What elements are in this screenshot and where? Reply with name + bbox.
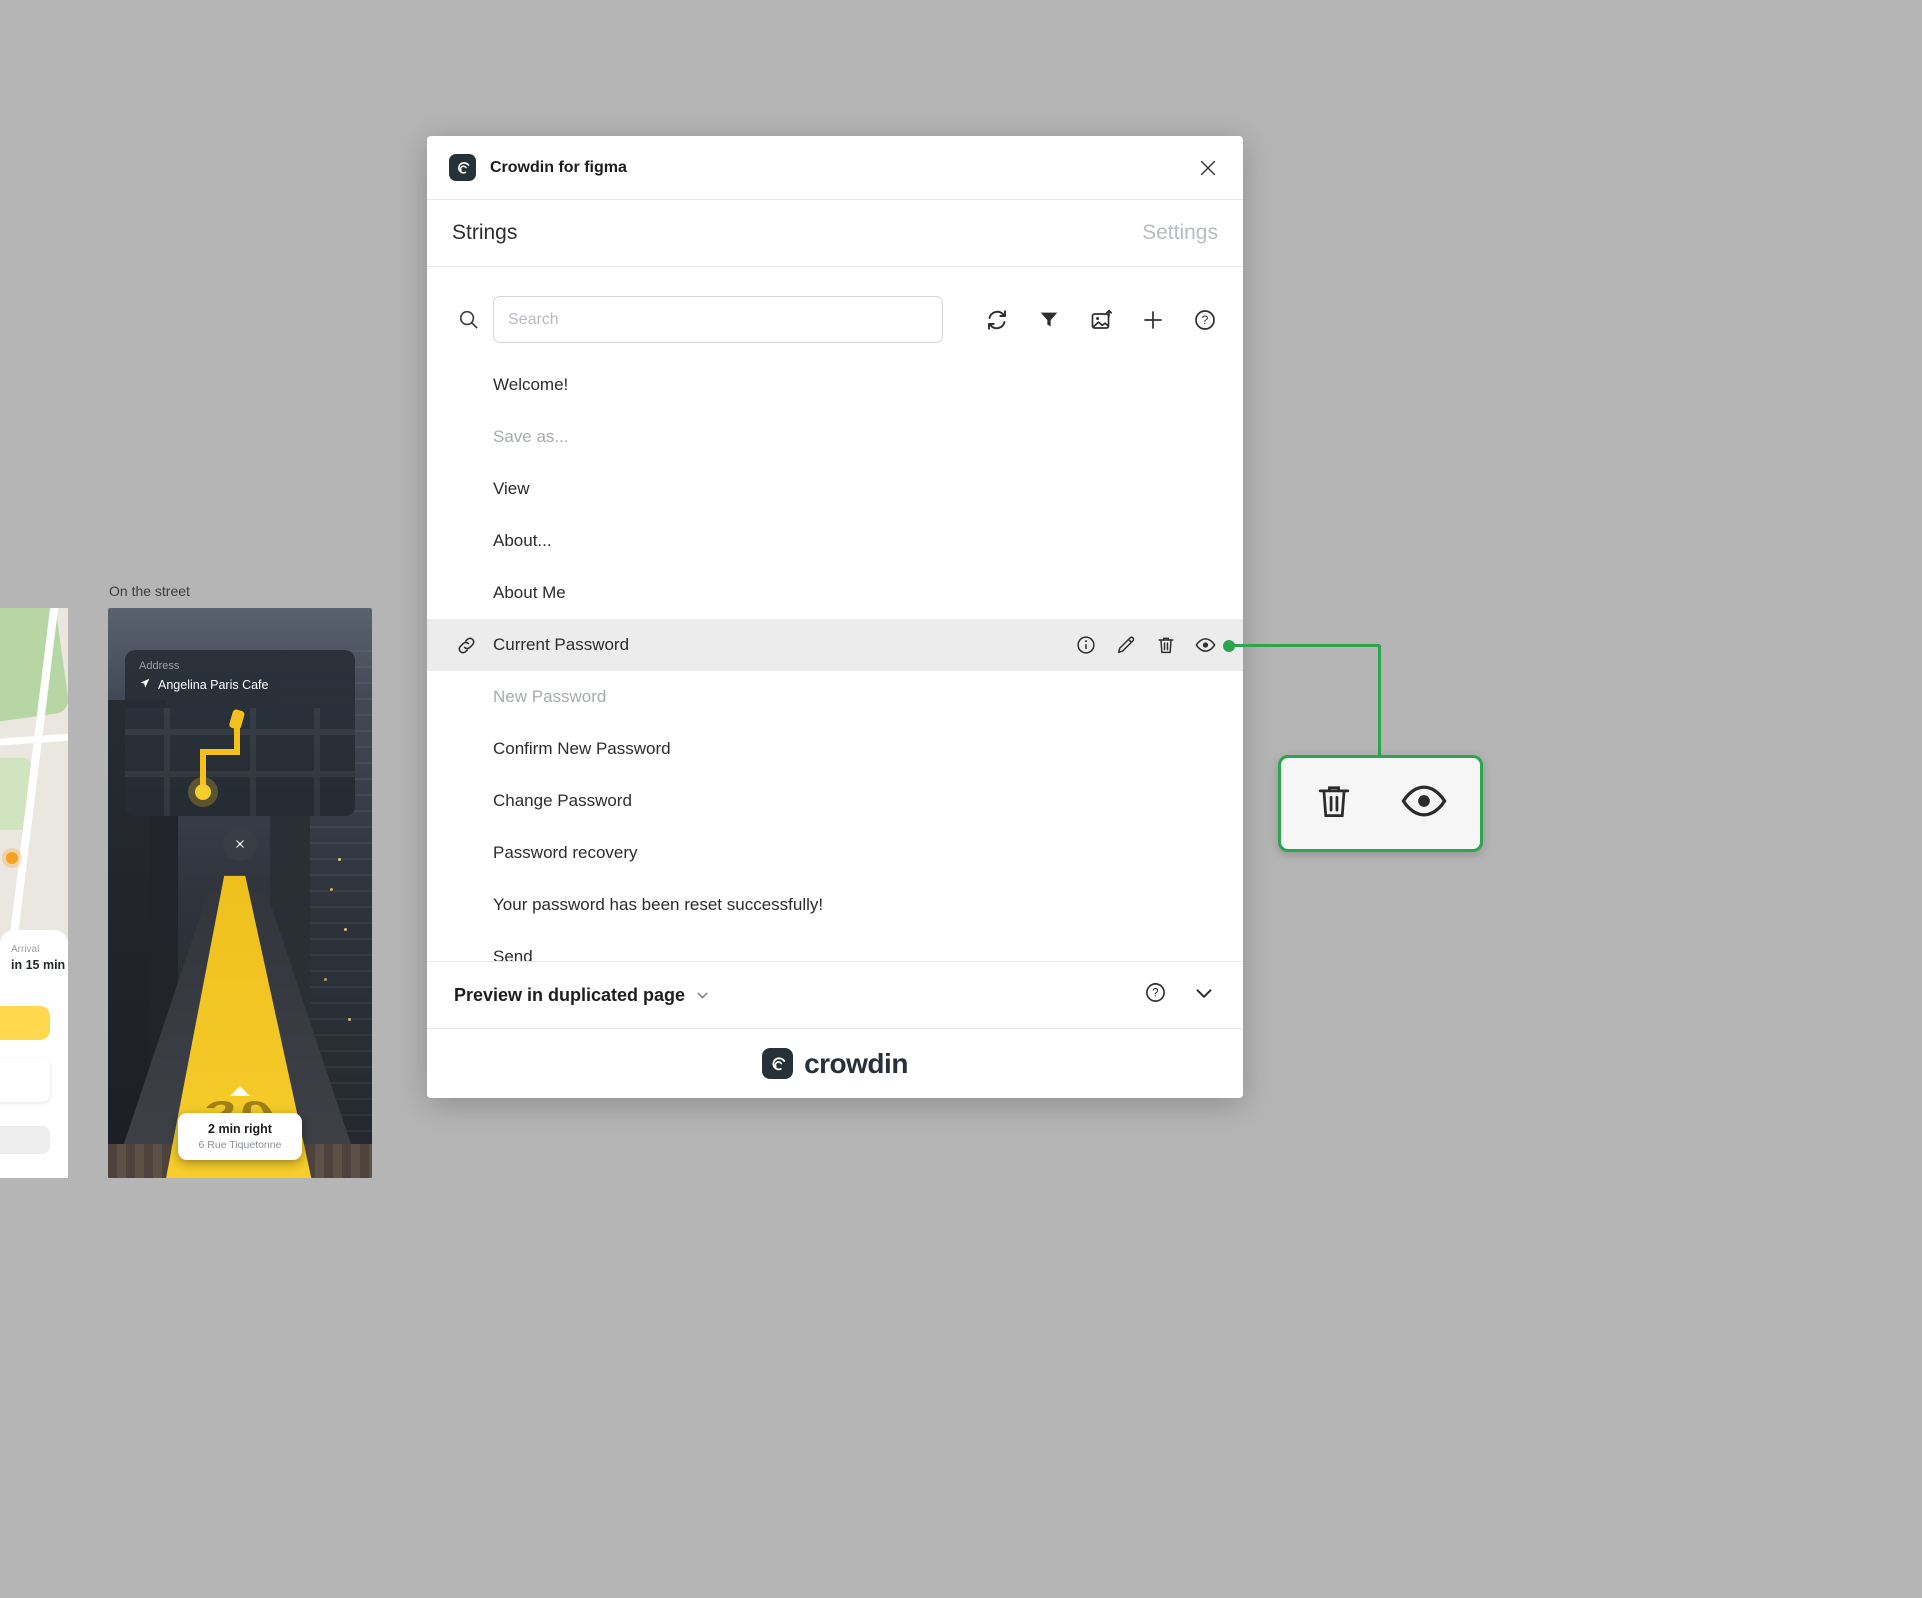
callout-connector-line (1229, 644, 1380, 647)
address-card: Address Angelina Paris Cafe (125, 650, 355, 816)
preview-icon[interactable] (1194, 634, 1217, 657)
string-label: About Me (493, 583, 566, 602)
string-label: Password recovery (493, 843, 638, 862)
close-icon[interactable] (1195, 155, 1221, 181)
string-label: Send (493, 947, 533, 961)
search-input[interactable] (493, 296, 943, 343)
mini-map (125, 708, 355, 816)
window-lights (338, 858, 341, 861)
string-label: New Password (493, 687, 607, 706)
string-label: Change Password (493, 791, 632, 810)
string-list: Welcome! Save as... View About... About … (427, 359, 1243, 961)
plus-icon[interactable] (1141, 308, 1165, 332)
refresh-icon[interactable] (985, 308, 1009, 332)
string-row[interactable]: About Me (427, 567, 1243, 619)
direction-primary: 2 min right (208, 1122, 272, 1136)
gray-pill (0, 1126, 50, 1154)
string-label: Welcome! (493, 375, 569, 394)
string-row[interactable]: Welcome! (427, 359, 1243, 411)
eye-icon (1398, 775, 1450, 832)
address-value: Angelina Paris Cafe (158, 677, 269, 692)
svg-text:?: ? (1152, 988, 1158, 1000)
plugin-tabs: Strings Settings (427, 200, 1243, 267)
string-row[interactable]: Password recovery (427, 827, 1243, 879)
svg-text:?: ? (1202, 313, 1209, 327)
frame-map-preview[interactable]: Arrival in 15 min (0, 608, 68, 1178)
help-icon[interactable]: ? (1144, 981, 1167, 1009)
tab-settings[interactable]: Settings (1142, 221, 1218, 245)
crowdin-plugin-window: Crowdin for figma Strings Settings Searc… (427, 136, 1243, 1098)
chevron-down-icon[interactable] (1191, 980, 1217, 1011)
link-icon (427, 635, 493, 656)
figma-canvas: Arrival in 15 min On the street 20 Addre… (0, 0, 1922, 1598)
frame-on-the-street[interactable]: 20 Address Angelina Paris Cafe (108, 608, 372, 1178)
info-icon[interactable] (1074, 634, 1097, 657)
callout-anchor-dot (1223, 640, 1235, 652)
delete-icon[interactable] (1154, 634, 1177, 657)
help-icon[interactable]: ? (1193, 308, 1217, 332)
ar-direction-arrow (230, 1086, 250, 1096)
string-row[interactable]: Your password has been reset successfull… (427, 879, 1243, 931)
string-label: Save as... (493, 427, 569, 446)
tab-strings[interactable]: Strings (452, 221, 517, 245)
string-label: Confirm New Password (493, 739, 671, 758)
navigation-arrow-icon (139, 677, 151, 692)
arrival-time: in 15 min (11, 958, 66, 972)
plugin-title: Crowdin for figma (490, 158, 627, 176)
filter-icon[interactable] (1037, 308, 1061, 332)
white-card (0, 1058, 50, 1102)
string-row[interactable]: About... (427, 515, 1243, 567)
toolbar: ? (427, 296, 1243, 343)
direction-card: 2 min right 6 Rue Tiquetonne (178, 1113, 302, 1160)
string-row-selected[interactable]: Current Password (427, 619, 1243, 671)
string-row[interactable]: Save as... (427, 411, 1243, 463)
address-label: Address (139, 660, 180, 672)
frame-title[interactable]: On the street (109, 583, 190, 599)
map-park-area (0, 608, 68, 724)
plugin-header: Crowdin for figma (427, 136, 1243, 200)
crowdin-logo-icon (762, 1048, 794, 1079)
arrival-panel: Arrival in 15 min (0, 930, 68, 1178)
string-label: View (493, 479, 530, 498)
yellow-button (0, 1006, 50, 1040)
search-icon (457, 308, 481, 331)
crowdin-logo-icon (449, 154, 476, 181)
delete-icon (1312, 779, 1356, 828)
close-icon (223, 827, 257, 861)
string-row[interactable]: Confirm New Password (427, 723, 1243, 775)
string-row[interactable]: New Password (427, 671, 1243, 723)
chevron-down-icon[interactable] (694, 987, 711, 1004)
string-row[interactable]: Change Password (427, 775, 1243, 827)
crowdin-wordmark: crowdin (804, 1047, 908, 1079)
edit-icon[interactable] (1114, 634, 1137, 657)
callout-connector-line (1378, 645, 1381, 757)
string-label: About... (493, 531, 552, 550)
arrival-label: Arrival (11, 944, 40, 955)
icon-zoom-callout (1278, 755, 1483, 852)
string-label: Your password has been reset successfull… (493, 895, 824, 914)
map-location-dot (6, 852, 18, 864)
preview-bar: Preview in duplicated page ? (427, 961, 1243, 1028)
plugin-footer: crowdin (427, 1028, 1243, 1098)
image-upload-icon[interactable] (1089, 308, 1113, 332)
direction-secondary: 6 Rue Tiquetonne (198, 1139, 282, 1151)
preview-label: Preview in duplicated page (454, 984, 686, 1005)
string-label: Current Password (493, 635, 630, 654)
string-row[interactable]: Send (427, 931, 1243, 961)
string-row[interactable]: View (427, 463, 1243, 515)
